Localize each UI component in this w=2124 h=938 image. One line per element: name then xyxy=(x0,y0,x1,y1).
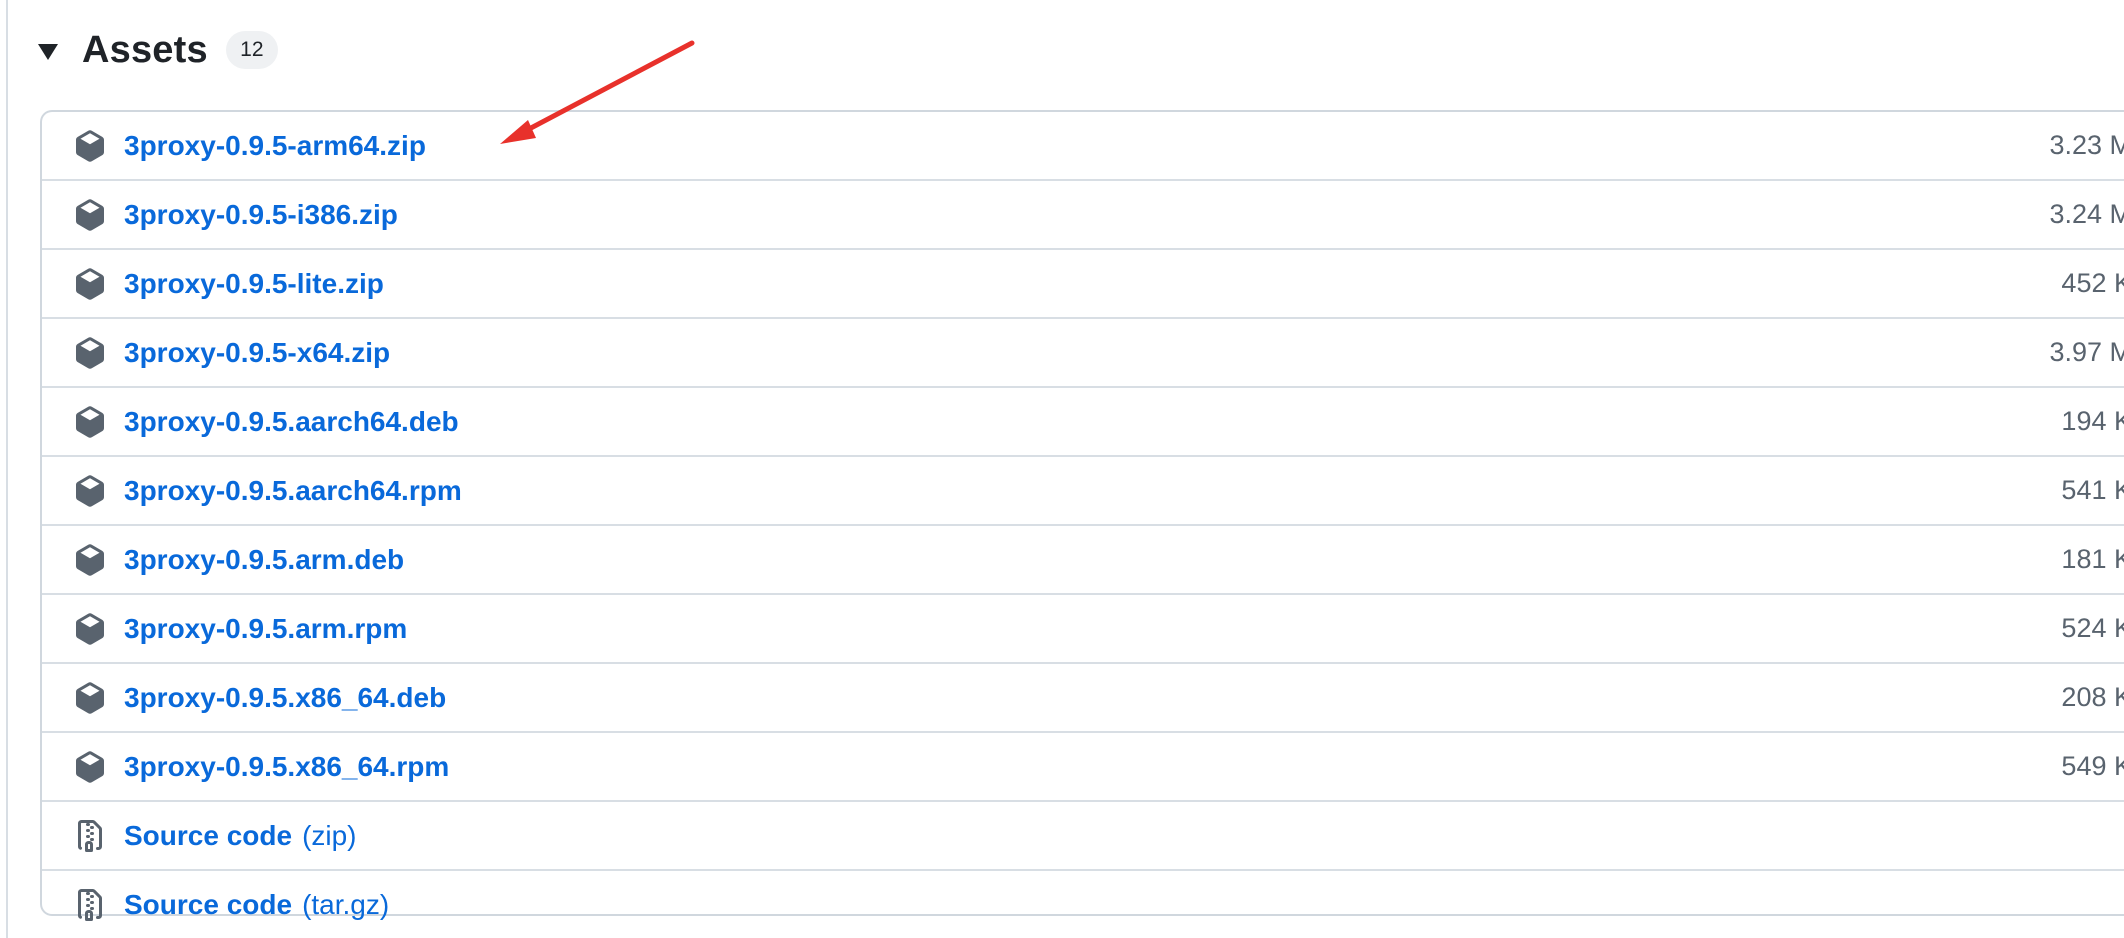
package-icon xyxy=(74,613,106,645)
source-code-label: Source code xyxy=(124,889,293,920)
asset-size: 524 KB xyxy=(2061,613,2124,643)
package-icon xyxy=(74,268,106,300)
asset-row: 3proxy-0.9.5.x86_64.rpm 549 KB xyxy=(42,733,2124,802)
asset-size: 3.24 MB xyxy=(2049,199,2124,229)
asset-size: 181 KB xyxy=(2061,544,2124,574)
package-icon xyxy=(74,337,106,369)
timeline-rule xyxy=(6,0,8,938)
assets-list: 3proxy-0.9.5-arm64.zip 3.23 MB 3proxy-0.… xyxy=(40,110,2124,921)
asset-row: 3proxy-0.9.5-x64.zip 3.97 MB xyxy=(42,319,2124,388)
package-icon xyxy=(74,475,106,507)
asset-link[interactable]: 3proxy-0.9.5.arm.rpm xyxy=(124,595,407,662)
package-icon xyxy=(74,544,106,576)
assets-header[interactable]: Assets 12 xyxy=(38,18,278,82)
caret-down-icon[interactable] xyxy=(38,44,58,60)
package-icon xyxy=(74,751,106,783)
asset-row: 3proxy-0.9.5-i386.zip 3.24 MB xyxy=(42,181,2124,250)
asset-link[interactable]: 3proxy-0.9.5.x86_64.deb xyxy=(124,664,446,731)
file-zip-icon xyxy=(74,889,106,921)
file-zip-icon xyxy=(74,820,106,852)
source-code-row: Source code (zip) xyxy=(42,802,2124,871)
source-code-targz-link[interactable]: Source code (tar.gz) xyxy=(124,871,389,938)
assets-count-badge: 12 xyxy=(225,31,278,69)
source-code-format: (tar.gz) xyxy=(302,889,390,920)
asset-row: 3proxy-0.9.5-arm64.zip 3.23 MB xyxy=(42,112,2124,181)
asset-size: 549 KB xyxy=(2061,751,2124,781)
assets-title: Assets xyxy=(82,28,208,71)
asset-link[interactable]: 3proxy-0.9.5-lite.zip xyxy=(124,250,384,317)
source-code-label: Source code xyxy=(124,820,293,851)
release-assets-page: Assets 12 3proxy-0.9.5-arm64.zip 3.23 MB… xyxy=(0,0,2124,938)
package-icon xyxy=(74,682,106,714)
package-icon xyxy=(74,406,106,438)
asset-link[interactable]: 3proxy-0.9.5.aarch64.deb xyxy=(124,388,459,455)
source-code-zip-link[interactable]: Source code (zip) xyxy=(124,802,357,869)
asset-link[interactable]: 3proxy-0.9.5.aarch64.rpm xyxy=(124,457,462,524)
asset-link[interactable]: 3proxy-0.9.5-arm64.zip xyxy=(124,112,426,179)
asset-size: 3.97 MB xyxy=(2049,337,2124,367)
asset-link[interactable]: 3proxy-0.9.5.x86_64.rpm xyxy=(124,733,449,800)
asset-row: 3proxy-0.9.5.arm.deb 181 KB xyxy=(42,526,2124,595)
asset-size: 208 KB xyxy=(2061,682,2124,712)
asset-row: 3proxy-0.9.5.aarch64.deb 194 KB xyxy=(42,388,2124,457)
package-icon xyxy=(74,199,106,231)
asset-link[interactable]: 3proxy-0.9.5-x64.zip xyxy=(124,319,390,386)
asset-row: 3proxy-0.9.5.arm.rpm 524 KB xyxy=(42,595,2124,664)
asset-size: 3.23 MB xyxy=(2049,130,2124,160)
asset-size: 194 KB xyxy=(2061,406,2124,436)
asset-size: 541 KB xyxy=(2061,475,2124,505)
asset-link[interactable]: 3proxy-0.9.5.arm.deb xyxy=(124,526,404,593)
package-icon xyxy=(74,130,106,162)
source-code-row: Source code (tar.gz) xyxy=(42,871,2124,938)
source-code-format: (zip) xyxy=(302,820,357,851)
asset-size: 452 KB xyxy=(2061,268,2124,298)
asset-row: 3proxy-0.9.5.aarch64.rpm 541 KB xyxy=(42,457,2124,526)
asset-row: 3proxy-0.9.5.x86_64.deb 208 KB xyxy=(42,664,2124,733)
asset-row: 3proxy-0.9.5-lite.zip 452 KB xyxy=(42,250,2124,319)
asset-link[interactable]: 3proxy-0.9.5-i386.zip xyxy=(124,181,398,248)
